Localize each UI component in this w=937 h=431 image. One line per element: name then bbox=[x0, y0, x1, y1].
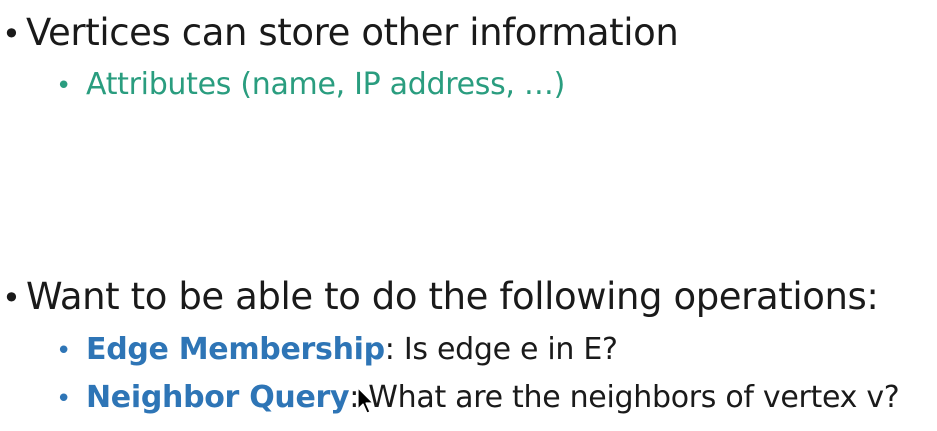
sub-bullet-text: Attributes (name, IP address, …) bbox=[86, 67, 565, 102]
sub-bullet-marker: • bbox=[56, 71, 72, 101]
term-edge-membership: Edge Membership bbox=[86, 332, 385, 367]
sub-bullet-text: : What are the neighbors of vertex v? bbox=[349, 380, 900, 415]
bullet-vertices: • Vertices can store other information bbox=[0, 11, 679, 54]
bullet-operations: • Want to be able to do the following ope… bbox=[0, 275, 879, 318]
term-neighbor-query: Neighbor Query bbox=[86, 380, 350, 415]
sub-bullet-neighbor-query: • Neighbor Query: What are the neighbors … bbox=[56, 380, 900, 415]
sub-bullet-attributes: • Attributes (name, IP address, …) bbox=[56, 70, 565, 100]
bullet-text: Vertices can store other information bbox=[26, 11, 679, 54]
bullet-marker: • bbox=[2, 279, 21, 317]
sub-bullet-marker: • bbox=[56, 336, 72, 366]
sub-bullet-marker: • bbox=[56, 384, 72, 414]
sub-bullet-edge-membership: • Edge Membership: Is edge e in E? bbox=[56, 335, 618, 365]
mouse-cursor-icon bbox=[357, 387, 374, 414]
sub-bullet-text: : Is edge e in E? bbox=[384, 332, 618, 367]
bullet-text: Want to be able to do the following oper… bbox=[26, 275, 879, 318]
bullet-marker: • bbox=[2, 15, 21, 53]
